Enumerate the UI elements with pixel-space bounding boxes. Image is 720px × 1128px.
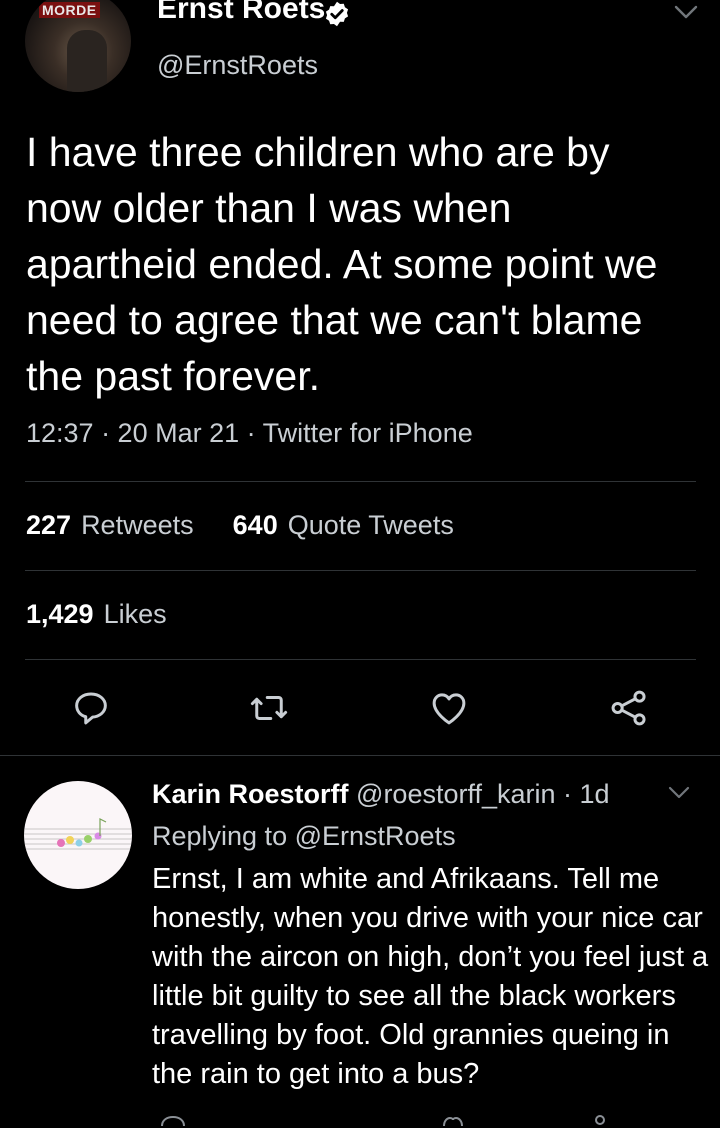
author-name[interactable]: Ernst Roets	[157, 0, 325, 24]
avatar-badge-text: MORDE	[39, 2, 100, 18]
reply-author-name[interactable]: Karin Roestorff	[152, 779, 349, 809]
author-handle[interactable]: @ErnstRoets	[157, 50, 318, 81]
tweet-metadata: 12:37 · 20 Mar 21 · Twitter for iPhone	[26, 418, 473, 448]
likes-label: Likes	[103, 599, 167, 629]
avatar-figure	[67, 30, 107, 92]
chevron-down-icon[interactable]	[666, 783, 692, 801]
quote-tweets-label: Quote Tweets	[287, 510, 454, 540]
retweets-link[interactable]: 227 Retweets	[26, 510, 194, 540]
quote-tweets-count: 640	[232, 510, 278, 540]
verified-badge-icon	[325, 1, 349, 27]
likes-link[interactable]: 1,429 Likes	[26, 599, 167, 630]
reply-author-handle[interactable]: @roestorff_karin	[356, 779, 556, 809]
reply-action-bar	[152, 1108, 652, 1128]
tweet-text: I have three children who are by now old…	[26, 129, 658, 399]
reply-time: · 1d	[563, 779, 610, 809]
reply-author-avatar[interactable]	[24, 781, 132, 889]
retweets-label: Retweets	[81, 510, 194, 540]
reply-header: Karin Roestorff @roestorff_karin · 1d	[152, 776, 610, 812]
heart-icon[interactable]	[428, 687, 470, 729]
author-avatar[interactable]: MORDE	[25, 0, 131, 92]
reply-text: Ernst, I am white and Afrikaans. Tell me…	[152, 863, 709, 1090]
engagement-stats: 227 Retweets 640 Quote Tweets	[26, 510, 454, 541]
replying-to-prefix: Replying to	[152, 821, 288, 851]
retweets-count: 227	[26, 510, 72, 540]
divider	[25, 659, 696, 660]
chevron-down-icon[interactable]	[672, 2, 700, 22]
share-icon[interactable]	[608, 687, 650, 729]
section-divider	[0, 755, 720, 756]
music-notes-image	[24, 818, 132, 850]
quote-tweets-link[interactable]: 640 Quote Tweets	[233, 510, 454, 540]
likes-count: 1,429	[26, 599, 94, 629]
retweet-icon[interactable]	[248, 687, 290, 729]
share-icon[interactable]	[592, 1112, 608, 1126]
replying-to: Replying to @ErnstRoets	[152, 818, 456, 854]
comment-icon[interactable]	[70, 687, 112, 729]
divider	[25, 481, 696, 482]
divider	[25, 570, 696, 571]
replying-to-handle[interactable]: @ErnstRoets	[295, 821, 456, 851]
heart-icon[interactable]	[438, 1114, 468, 1128]
comment-icon[interactable]	[158, 1114, 188, 1128]
